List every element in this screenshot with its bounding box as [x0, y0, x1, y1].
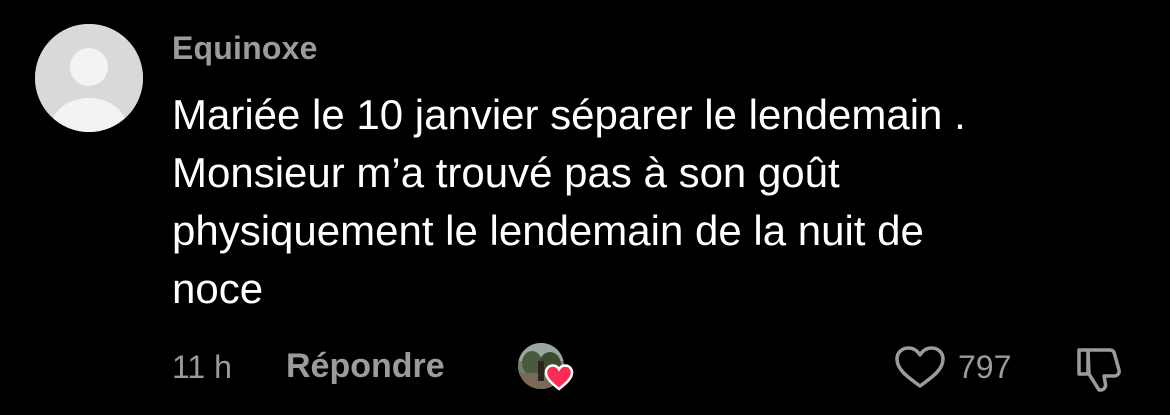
comment-body: Mariée le 10 janvier séparer le lendemai… [172, 86, 1132, 318]
thumbs-down-icon[interactable] [1074, 344, 1126, 394]
timestamp: 11 h [172, 349, 232, 385]
username[interactable]: Equinoxe [172, 30, 318, 67]
comment-line: Monsieur m’a trouvé pas à son goût [172, 149, 840, 196]
user-avatar[interactable] [35, 24, 143, 132]
comment-line: Mariée le 10 janvier séparer le lendemai… [172, 91, 966, 138]
heart-filled-icon [544, 364, 574, 391]
heart-outline-icon[interactable] [892, 344, 948, 390]
like-count: 797 [958, 349, 1012, 385]
creator-liked-badge [518, 343, 576, 393]
comment-item: Equinoxe Mariée le 10 janvier séparer le… [0, 0, 1170, 415]
comment-line: noce [172, 265, 264, 312]
default-avatar-icon [35, 24, 143, 132]
reply-button[interactable]: Répondre [286, 347, 445, 386]
comment-line: physiquement le lendemain de la nuit de [172, 207, 924, 254]
comment-actions: 11 h Répondre 797 [172, 343, 1162, 393]
